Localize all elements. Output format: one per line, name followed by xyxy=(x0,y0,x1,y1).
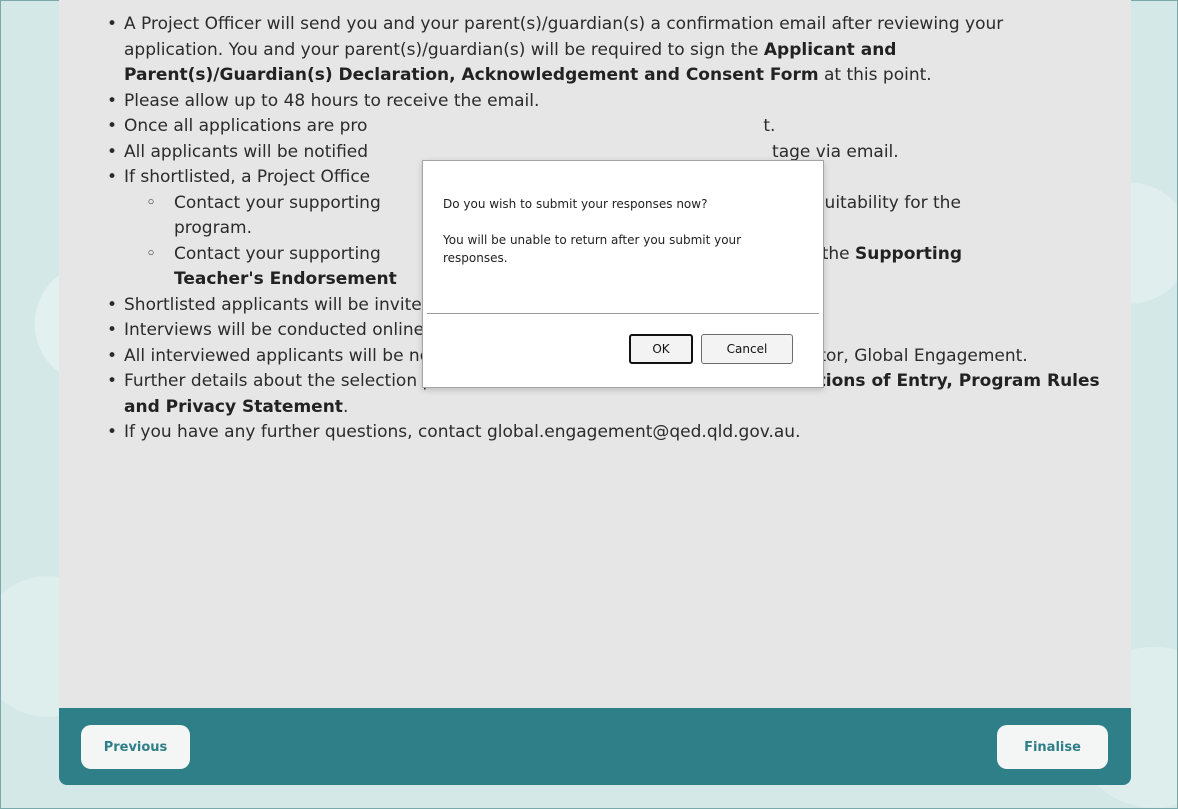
cancel-button[interactable]: Cancel xyxy=(701,334,793,364)
dialog-divider xyxy=(427,313,819,314)
footer-bar xyxy=(59,708,1131,785)
list-item: A Project Officer will send you and your… xyxy=(104,12,1104,89)
list-item: If you have any further questions, conta… xyxy=(104,420,1104,446)
dialog-question: Do you wish to submit your responses now… xyxy=(443,197,708,211)
list-item: Please allow up to 48 hours to receive t… xyxy=(104,89,1104,115)
confirm-dialog: Do you wish to submit your responses now… xyxy=(422,160,824,388)
list-item: Once all applications are prot. xyxy=(104,114,1104,140)
previous-button[interactable]: Previous xyxy=(81,725,190,769)
dialog-warning: You will be unable to return after you s… xyxy=(443,233,742,265)
ok-button[interactable]: OK xyxy=(629,334,693,364)
dialog-message: Do you wish to submit your responses now… xyxy=(443,195,813,267)
finalise-button[interactable]: Finalise xyxy=(997,725,1108,769)
